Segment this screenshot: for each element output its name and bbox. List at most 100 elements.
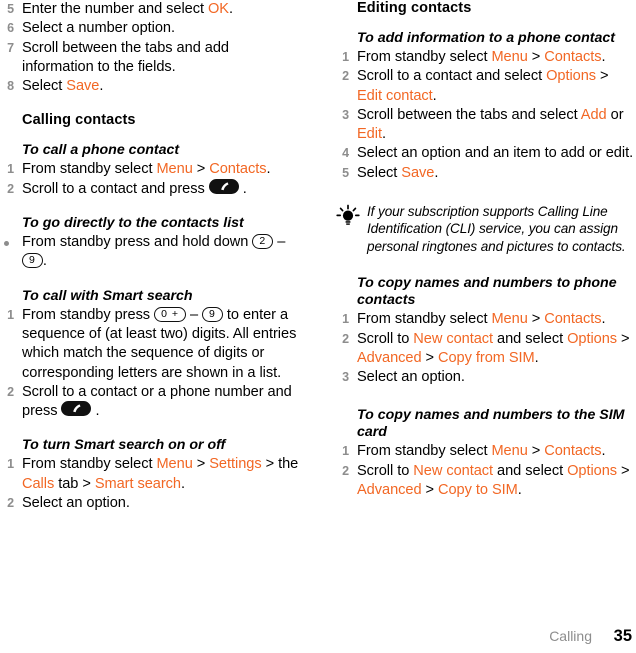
ui-term: Menu <box>491 443 528 460</box>
ui-term: Settings <box>209 456 262 473</box>
list-item: 2 Scroll to a contact or a phone number a… <box>0 383 301 422</box>
step-body: Select an option and an item to add or e… <box>357 145 633 161</box>
step-number: 1 <box>7 457 14 472</box>
bullet-marker <box>4 240 9 246</box>
step-list-copy-to-phone-contacts: 1 From standby select Menu > Contacts. 2 Sc… <box>335 310 636 387</box>
step-text: > <box>527 443 545 460</box>
footer-chapter-label: Calling <box>549 628 592 644</box>
list-item: 1 From standby press 0 + – 9 to enter a s… <box>0 306 301 383</box>
list-item: 7 Scroll between the tabs and add informa… <box>0 39 301 78</box>
step-number: 1 <box>7 162 14 177</box>
step-text: . <box>601 443 606 460</box>
list-item: 2 Scroll to New contact and select Option… <box>335 330 636 369</box>
list-item: 2 Scroll to a contact and select Options … <box>335 67 636 106</box>
ui-term: OK <box>208 1 229 17</box>
ui-term: Menu <box>156 161 193 178</box>
list-item: 1 From standby select Menu > Contacts. <box>335 310 636 329</box>
step-number: 5 <box>342 165 349 180</box>
ui-term: Add <box>580 106 607 123</box>
step-number: 1 <box>342 50 349 64</box>
step-number: 2 <box>7 384 14 399</box>
step-number: 1 <box>342 312 349 327</box>
step-list-copy-to-sim-card: 1 From standby select Menu > Contacts. 2 Sc… <box>335 442 636 500</box>
step-number: 7 <box>7 40 14 55</box>
step-number: 8 <box>7 79 14 94</box>
step-body: Select an option. <box>22 495 130 511</box>
step-number: 1 <box>342 444 349 459</box>
step-text: – <box>185 306 203 323</box>
step-body: Select an option. <box>357 369 465 385</box>
step-body: Scroll to New contact and select Options… <box>357 331 630 366</box>
step-text: and select <box>493 330 568 347</box>
list-item: 2 Select an option. <box>0 494 301 513</box>
ui-term: Copy from SIM <box>438 349 535 366</box>
step-text: . <box>432 87 437 104</box>
section-heading-calling-contacts: Calling contacts <box>22 112 136 129</box>
keypad-key-9-icon: 9 <box>22 253 43 269</box>
ui-term: Menu <box>491 49 528 65</box>
step-text: . <box>517 482 522 499</box>
list-item: 1 From standby select Menu > Contacts. <box>0 160 301 179</box>
step-text: Select a number option. <box>22 20 175 37</box>
list-item: 2 Scroll to a contact and press . <box>0 178 301 199</box>
step-body: From standby select Menu > Contacts. <box>22 161 271 178</box>
step-list-smart-search-on-off: 1 From standby select Menu > Settings > t… <box>0 455 301 513</box>
step-body: Select Save. <box>357 165 438 181</box>
lightbulb-icon <box>335 204 361 230</box>
step-list-go-to-contacts-list: From standby press and hold down 2 – 9. <box>0 233 301 272</box>
ui-term: Contacts <box>544 443 602 460</box>
step-text: From standby press and hold down <box>22 234 253 251</box>
task-heading-call-phone-contact: To call a phone contact <box>22 142 180 159</box>
step-list-call-smart-search: 1 From standby press 0 + – 9 to enter a s… <box>0 306 301 422</box>
ui-term: New contact <box>413 462 494 479</box>
step-text: . <box>601 49 606 65</box>
list-item: 6 Select a number option. <box>0 19 301 38</box>
step-body: Scroll to a contact or a phone number an… <box>22 384 292 419</box>
step-text: Scroll to a contact and select <box>357 68 547 85</box>
step-text: Select an option and an item to add or e… <box>357 145 634 162</box>
ui-term: Options <box>546 68 597 85</box>
task-heading-go-to-contacts-list: To go directly to the contacts list <box>22 215 244 232</box>
step-text: > <box>527 49 545 65</box>
ui-term: Edit <box>357 126 382 143</box>
list-item: 1 From standby select Menu > Settings > t… <box>0 455 301 494</box>
ui-term: Smart search <box>94 475 181 492</box>
step-text: Select an option. <box>357 369 465 386</box>
keypad-key-0-icon: 0 + <box>154 306 186 322</box>
step-text: > <box>421 349 438 366</box>
step-text: > <box>192 161 210 178</box>
step-text: > <box>527 311 545 328</box>
ui-term: Contacts <box>544 311 602 328</box>
step-text: > <box>192 456 210 473</box>
call-key-icon <box>61 401 92 417</box>
step-body: Select a number option. <box>22 20 175 36</box>
footer-page-number: 35 <box>613 627 632 645</box>
call-key-icon <box>208 178 239 194</box>
list-item: 1 From standby select Menu > Contacts. <box>335 48 636 67</box>
step-number: 2 <box>342 69 349 84</box>
list-item: 5 Select Save. <box>335 164 636 183</box>
step-text: . <box>534 349 539 366</box>
list-item: 3 Select an option. <box>335 368 636 387</box>
step-text: Select <box>357 164 402 181</box>
ui-term: Advanced <box>357 482 422 499</box>
task-heading-call-smart-search: To call with Smart search <box>22 287 193 304</box>
step-text: Scroll between the tabs and select <box>357 106 581 123</box>
task-heading-copy-to-phone-contacts: To copy names and numbers to phone conta… <box>357 275 617 309</box>
step-number: 1 <box>7 307 14 322</box>
step-text: From standby select <box>22 456 157 473</box>
step-text: > <box>617 330 630 347</box>
list-item: From standby press and hold down 2 – 9. <box>0 233 301 272</box>
step-body: From standby select Menu > Contacts. <box>357 49 606 65</box>
ui-term: Options <box>567 330 618 347</box>
step-text: From standby select <box>357 443 492 460</box>
step-text: . <box>99 78 104 95</box>
step-text: From standby press <box>22 306 155 323</box>
step-text: Scroll to a contact and press <box>22 180 209 197</box>
step-number: 2 <box>7 496 14 511</box>
step-number: 2 <box>342 463 349 478</box>
step-text: . <box>238 180 247 197</box>
step-body: From standby select Menu > Contacts. <box>357 311 606 328</box>
ui-term: New contact <box>413 330 494 347</box>
list-item: 1 From standby select Menu > Contacts. <box>335 442 636 461</box>
